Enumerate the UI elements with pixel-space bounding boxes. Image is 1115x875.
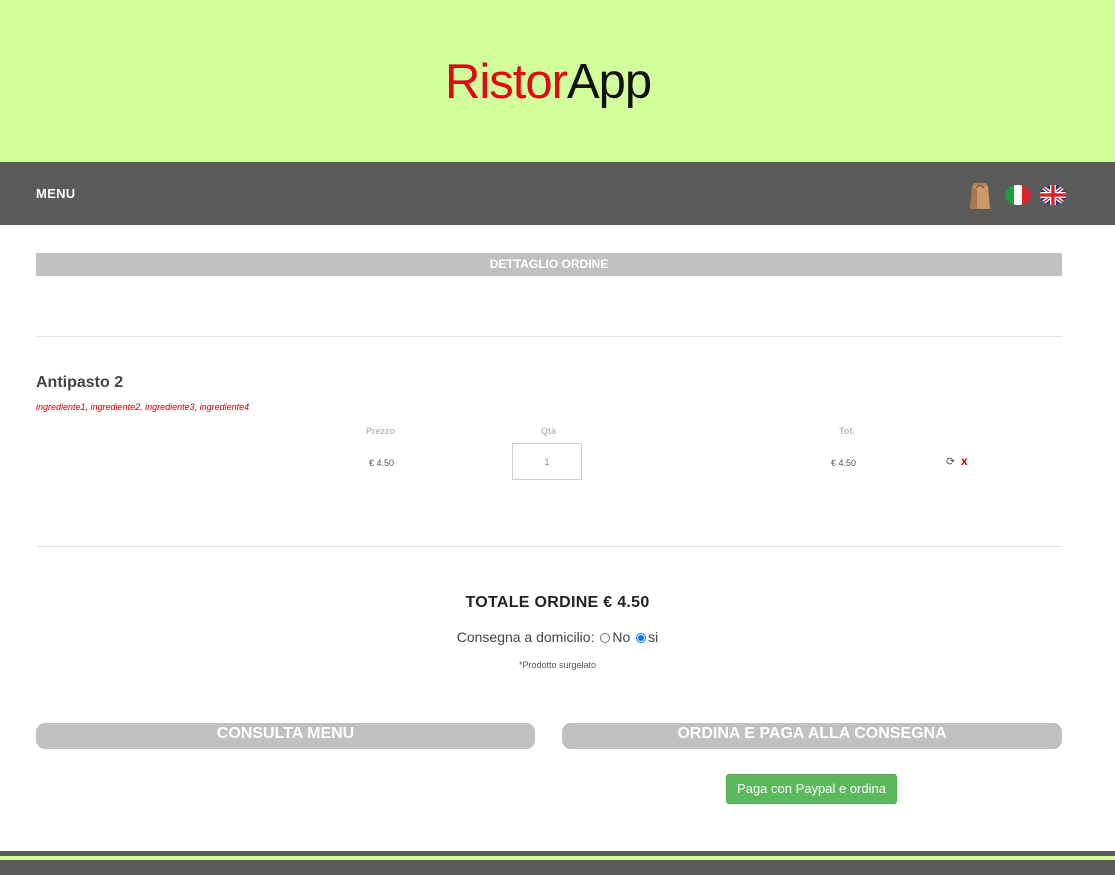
item-price: € 4.50 (369, 458, 395, 468)
remove-icon[interactable]: x (961, 454, 968, 468)
header-banner: RistorApp (0, 0, 1115, 162)
total-column-header: Tot. (839, 426, 855, 436)
consult-menu-button[interactable]: CONSULTA MENU (36, 723, 535, 749)
delivery-yes-radio[interactable] (636, 633, 647, 643)
order-total: TOTALE ORDINE € 4.50 (465, 594, 650, 611)
delivery-label: Consegna a domicilio: (456, 629, 595, 645)
ristorapp-logo[interactable]: RistorApp (445, 52, 652, 112)
item-name: Antipasto 2 (36, 374, 124, 391)
divider (36, 336, 1062, 337)
refresh-icon[interactable]: ⟳ (946, 456, 955, 468)
flag-italy-icon[interactable] (1005, 185, 1031, 205)
divider (36, 546, 1062, 547)
frozen-product-note: *Prodotto surgelato (518, 660, 597, 670)
delivery-options: Consegna a domicilio: No si (0, 629, 1115, 645)
paypal-button[interactable]: Paga con Paypal e ordina (726, 774, 897, 804)
price-column-header: Prezzo (366, 426, 396, 436)
delivery-yes-label: si (648, 629, 659, 645)
logo-text-app: App (566, 55, 652, 109)
shopping-bag-icon[interactable] (969, 180, 991, 210)
delivery-no-label: No (612, 629, 631, 645)
order-pay-on-delivery-button[interactable]: ORDINA E PAGA ALLA CONSEGNA (562, 723, 1062, 749)
navbar: MENU (0, 162, 1115, 225)
delivery-no-radio[interactable] (600, 633, 611, 643)
flag-uk-icon[interactable] (1040, 185, 1066, 205)
item-total: € 4.50 (831, 458, 857, 468)
footer-bar-bottom (0, 860, 1115, 875)
logo-text-ristor: Ristor (445, 55, 568, 109)
qty-column-header: Qtà (541, 426, 557, 436)
item-ingredients: ingrediente1, ingrediente2, ingrediente3… (36, 402, 250, 412)
nav-menu-link[interactable]: MENU (36, 186, 75, 201)
quantity-input[interactable] (512, 443, 582, 480)
order-detail-title: DETTAGLIO ORDINE (36, 253, 1062, 276)
